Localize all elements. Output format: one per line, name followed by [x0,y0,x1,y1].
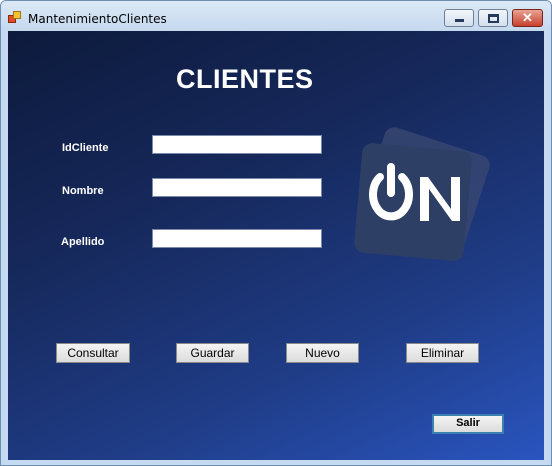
app-window: MantenimientoClientes ✕ CLIENTES IdClien… [0,0,552,466]
maximize-button[interactable] [478,9,508,27]
minimize-button[interactable] [444,9,474,27]
maximize-icon [488,14,499,23]
on-logo [354,127,490,261]
consultar-button[interactable]: Consultar [56,343,130,363]
idcliente-field[interactable] [152,135,322,154]
eliminar-button[interactable]: Eliminar [406,343,479,363]
nombre-label: Nombre [62,185,104,197]
idcliente-label: IdCliente [62,142,109,154]
apellido-field[interactable] [152,229,322,248]
app-icon [8,11,21,23]
form-client-area: CLIENTES IdCliente Nombre Apellido Consu… [8,31,544,460]
nuevo-button[interactable]: Nuevo [286,343,359,363]
salir-button[interactable]: Salir [432,414,504,434]
close-icon: ✕ [522,10,533,25]
nombre-field[interactable] [152,178,322,197]
window-title: MantenimientoClientes [28,12,167,26]
title-bar[interactable]: MantenimientoClientes ✕ [1,1,551,31]
close-button[interactable]: ✕ [512,9,543,27]
guardar-button[interactable]: Guardar [176,343,249,363]
minimize-icon [455,19,464,22]
apellido-label: Apellido [61,236,105,248]
page-title: CLIENTES [176,64,314,94]
